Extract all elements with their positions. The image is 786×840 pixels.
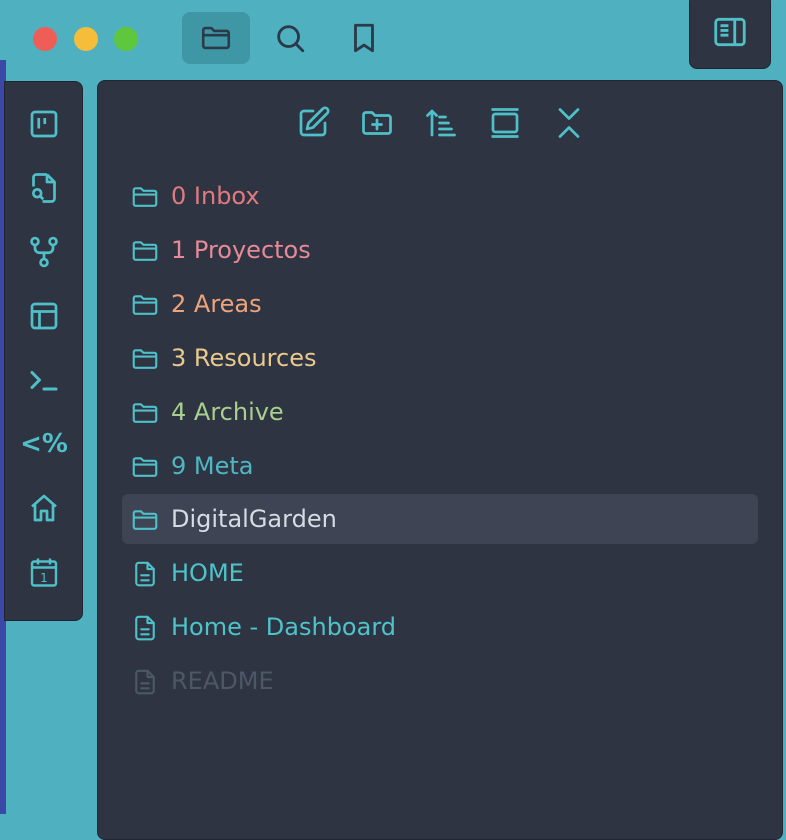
home-icon (31, 494, 57, 522)
tree-folder[interactable]: 9 Meta (122, 441, 758, 491)
tab-bookmarks[interactable] (330, 12, 398, 64)
daily-note-button[interactable]: 1 (5, 544, 83, 600)
tree-folder[interactable]: DigitalGarden (122, 494, 758, 544)
calendar-icon: 1 (30, 558, 58, 587)
folder-icon (130, 182, 160, 212)
kanban-icon (30, 110, 58, 138)
file-icon (130, 559, 160, 589)
folder-icon (130, 236, 160, 266)
tree-item-label: HOME (171, 559, 244, 587)
folder-icon (130, 344, 160, 374)
kanban-button[interactable] (5, 96, 83, 152)
tree-item-label: 9 Meta (171, 452, 254, 480)
templater-button[interactable]: <% (5, 416, 83, 472)
tree-file[interactable]: Home - Dashboard (122, 602, 758, 652)
collapse-all-button[interactable] (547, 101, 591, 145)
new-note-button[interactable] (291, 101, 335, 145)
tree-file[interactable]: README (122, 656, 758, 706)
folder-icon (130, 290, 160, 320)
sidebar-toggle-icon (714, 17, 746, 46)
terminal-icon (30, 371, 58, 391)
tree-item-label: 1 Proyectos (171, 236, 311, 264)
window-close-button[interactable] (33, 27, 57, 51)
templater-icon: <% (20, 429, 68, 459)
tree-item-label: DigitalGarden (171, 505, 337, 533)
tree-folder[interactable]: 4 Archive (122, 387, 758, 437)
layout-icon (30, 302, 58, 330)
folder-icon (130, 398, 160, 428)
tree-item-label: Home - Dashboard (171, 613, 396, 641)
file-icon (130, 613, 160, 643)
tree-folder[interactable]: 1 Proyectos (122, 225, 758, 275)
auto-reveal-icon (491, 108, 519, 138)
folder-icon (201, 26, 231, 50)
tree-item-label: README (171, 667, 274, 695)
auto-reveal-button[interactable] (483, 101, 527, 145)
folder-icon (130, 505, 160, 535)
git-branch-icon (30, 236, 58, 268)
file-search-icon (32, 173, 56, 203)
folder-icon (130, 452, 160, 482)
tree-item-label: 4 Archive (171, 398, 284, 426)
tree-folder[interactable]: 2 Areas (122, 279, 758, 329)
bookmark-icon (354, 23, 374, 53)
tree-item-label: 2 Areas (171, 290, 262, 318)
sort-button[interactable] (419, 101, 463, 145)
home-button[interactable] (5, 480, 83, 536)
svg-text:1: 1 (40, 571, 48, 585)
new-note-icon (299, 106, 330, 137)
layout-button[interactable] (5, 288, 83, 344)
right-sidebar-toggle-button[interactable] (689, 0, 771, 69)
tree-file[interactable]: HOME (122, 548, 758, 598)
tab-file-explorer[interactable] (182, 12, 250, 64)
file-icon (130, 667, 160, 697)
window-maximize-button[interactable] (114, 27, 138, 51)
collapse-all-icon (558, 108, 580, 138)
window-minimize-button[interactable] (74, 27, 98, 51)
new-folder-button[interactable] (355, 101, 399, 145)
terminal-button[interactable] (5, 352, 83, 408)
tree-item-label: 3 Resources (171, 344, 317, 372)
tree-folder[interactable]: 3 Resources (122, 333, 758, 383)
file-search-button[interactable] (5, 160, 83, 216)
search-icon (277, 25, 305, 53)
sort-icon (426, 109, 456, 137)
tree-item-label: 0 Inbox (171, 182, 260, 210)
tab-search[interactable] (256, 12, 324, 64)
new-folder-icon (362, 111, 392, 135)
tree-folder[interactable]: 0 Inbox (122, 171, 758, 221)
ribbon-sidebar: <% 1 (4, 81, 83, 621)
file-explorer-panel: 0 Inbox 1 Proyectos 2 Areas 3 Resources 4 Ar… (97, 80, 783, 840)
graph-view-button[interactable] (5, 224, 83, 280)
